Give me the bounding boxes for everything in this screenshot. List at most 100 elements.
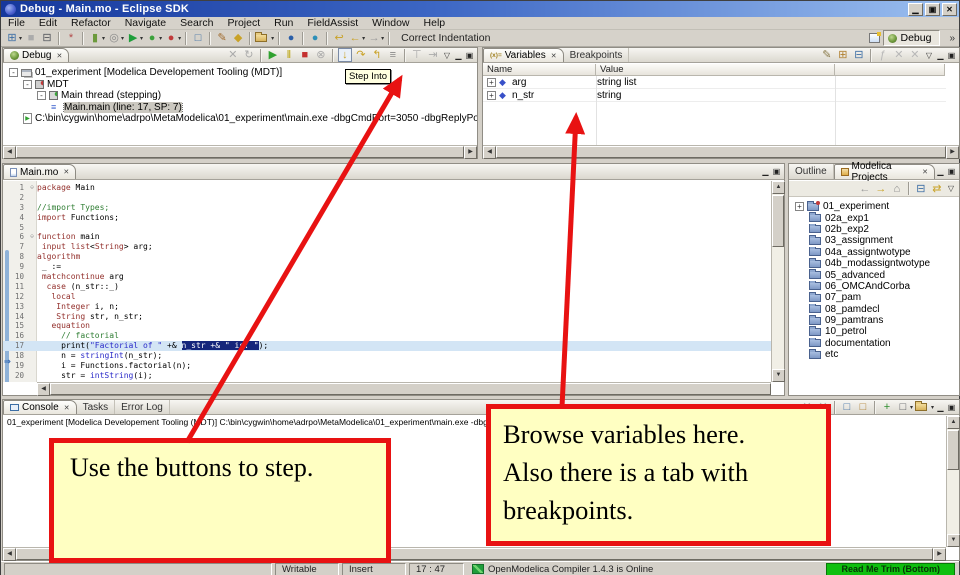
close-button[interactable]: ✕ <box>942 3 957 16</box>
resume-icon[interactable]: ▶ <box>265 47 281 63</box>
open-resource-icon[interactable]: ✎ <box>214 30 230 46</box>
web-browser-icon[interactable]: ● <box>307 30 323 46</box>
project-tree-item[interactable]: 08_pamdecl <box>795 304 959 315</box>
open-perspective-icon[interactable] <box>869 33 880 43</box>
last-edit-location-icon[interactable]: ↩ <box>331 30 347 46</box>
view-menu-chevron-icon[interactable]: ▽ <box>926 51 932 60</box>
console-vscrollbar[interactable]: ▲ ▼ <box>946 416 959 547</box>
tab-tasks[interactable]: Tasks <box>77 400 116 414</box>
tab-close-icon[interactable]: ✕ <box>551 52 557 60</box>
perspective-overflow-chevron[interactable]: » <box>949 33 955 44</box>
terminate-icon[interactable]: ■ <box>297 47 313 63</box>
run-launch-icon[interactable]: ●▾ <box>144 30 163 46</box>
open-folder-icon[interactable]: ▾ <box>254 30 275 46</box>
new-wizard-icon[interactable]: ⊞▾ <box>4 30 23 46</box>
skip-breakpoints-icon[interactable]: ◎▾ <box>106 30 125 46</box>
scroll-up-button[interactable]: ▲ <box>947 416 960 429</box>
project-tree-item[interactable]: 09_pamtrans <box>795 315 959 326</box>
menu-help[interactable]: Help <box>417 17 453 29</box>
tab-modelica-projects[interactable]: Modelica Projects✕ <box>834 164 935 179</box>
debug-tree-row[interactable]: ▶C:\bin\cygwin\home\adrpo\MetaModelica\0… <box>3 113 477 125</box>
tab-close-icon[interactable]: ✕ <box>64 404 70 412</box>
debug-tree-row[interactable]: ≡Main.main (line: 17, SP: 7) <box>3 102 477 114</box>
code-line[interactable]: 16 // factorial <box>3 331 771 341</box>
tab-main.mo[interactable]: Main.mo✕ <box>3 164 76 179</box>
scroll-left-button[interactable]: ◀ <box>3 146 16 159</box>
code-line[interactable]: 15 equation <box>3 321 771 331</box>
step-return-icon[interactable]: ↰ <box>369 47 385 63</box>
tree-expander-icon[interactable]: + <box>487 78 496 87</box>
code-line[interactable]: 2 <box>3 193 771 203</box>
view-menu-chevron-icon[interactable]: ▽ <box>948 184 954 193</box>
forward-icon[interactable]: →▾ <box>366 30 385 46</box>
project-tree-item[interactable]: 04a_assigntwotype <box>795 247 959 258</box>
project-tree-item[interactable]: 02b_exp2 <box>795 224 959 235</box>
scroll-down-button[interactable]: ▼ <box>772 369 785 382</box>
debug-launch-icon[interactable]: ▶▾ <box>125 30 144 46</box>
tree-expander-icon[interactable]: - <box>9 68 18 77</box>
forward-icon[interactable]: → <box>873 181 889 197</box>
new-config-icon[interactable]: ▮▾ <box>87 30 106 46</box>
back-icon[interactable]: ←▾ <box>347 30 366 46</box>
project-tree-item[interactable]: +01_experiment <box>795 201 959 212</box>
menu-window[interactable]: Window <box>365 17 416 29</box>
code-line[interactable]: 6⊖function main <box>3 232 771 242</box>
save-icon[interactable]: ■ <box>23 30 39 46</box>
print-icon[interactable]: ⊟ <box>39 30 55 46</box>
scroll-down-button[interactable]: ▼ <box>947 534 960 547</box>
code-line[interactable]: 5 <box>3 223 771 233</box>
code-line[interactable]: 11 case (n_str::_) <box>3 282 771 292</box>
debug-tree-row[interactable]: -01_experiment [Modelica Developement To… <box>3 67 477 79</box>
variable-row[interactable]: +◆n_strstring <box>483 89 946 102</box>
menu-refactor[interactable]: Refactor <box>64 17 118 29</box>
code-line[interactable]: 4import Functions; <box>3 213 771 223</box>
column-header-value[interactable]: Value <box>596 64 835 76</box>
back-icon[interactable]: ← <box>857 181 873 197</box>
scroll-left-button[interactable]: ◀ <box>37 383 50 396</box>
scroll-right-button[interactable]: ▶ <box>933 548 946 561</box>
maximize-view-icon[interactable]: ▣ <box>946 167 957 176</box>
read-me-trim-button[interactable]: Read Me Trim (Bottom) <box>826 563 955 575</box>
menu-run[interactable]: Run <box>267 17 300 29</box>
view-menu-chevron-icon[interactable]: ▽ <box>444 51 450 60</box>
code-line[interactable]: 14 String str, n_str; <box>3 312 771 322</box>
code-line[interactable]: 3//import Types; <box>3 203 771 213</box>
debug-tree-row[interactable]: -Main thread (stepping) <box>3 90 477 102</box>
external-tools-icon[interactable]: ●▾ <box>163 30 182 46</box>
project-tree-item[interactable]: etc <box>795 349 959 360</box>
project-tree-item[interactable]: 04b_modassigntwotype <box>795 258 959 269</box>
collapse-all-icon[interactable]: ⊟ <box>913 181 929 197</box>
remove-terminated-icon[interactable]: ✕ <box>225 47 241 63</box>
menu-search[interactable]: Search <box>173 17 220 29</box>
display-console-icon[interactable]: □▾ <box>895 399 914 415</box>
editor-hscrollbar[interactable]: ◀ <box>37 382 771 395</box>
menu-fieldassist[interactable]: FieldAssist <box>300 17 365 29</box>
code-line[interactable]: 9 _ := <box>3 262 771 272</box>
project-tree-item[interactable]: 06_OMCAndCorba <box>795 281 959 292</box>
project-tree-item[interactable]: 03_assignment <box>795 235 959 246</box>
new-document-icon[interactable]: □ <box>190 30 206 46</box>
scroll-right-button[interactable]: ▶ <box>946 146 959 159</box>
disconnect-icon[interactable]: ⊗ <box>313 47 329 63</box>
scroll-right-button[interactable]: ▶ <box>464 146 477 159</box>
code-line[interactable]: 19 i = Functions.factorial(n); <box>3 361 771 371</box>
project-tree-item[interactable]: documentation <box>795 338 959 349</box>
tree-expander-icon[interactable]: - <box>37 91 46 100</box>
debug-hscrollbar[interactable]: ◀ ▶ <box>3 145 477 158</box>
show-logical-structures-icon[interactable]: ⊞ <box>835 47 851 63</box>
variables-hscrollbar[interactable]: ◀ ▶ <box>483 145 959 158</box>
code-line[interactable]: 1⊖package Main <box>3 183 771 193</box>
collapse-all-icon[interactable]: ⊟ <box>851 47 867 63</box>
menu-project[interactable]: Project <box>220 17 267 29</box>
open-console-icon[interactable]: ▾ <box>914 399 935 415</box>
minimize-view-icon[interactable]: ▁ <box>453 51 464 60</box>
scroll-left-button[interactable]: ◀ <box>483 146 496 159</box>
minimize-view-icon[interactable]: ▁ <box>760 167 771 176</box>
project-tree-item[interactable]: 10_petrol <box>795 326 959 337</box>
relaunch-icon[interactable]: ↻ <box>241 47 257 63</box>
step-into-icon[interactable]: ↓ <box>337 47 353 63</box>
pin-console-icon[interactable]: + <box>879 399 895 415</box>
menu-navigate[interactable]: Navigate <box>118 17 173 29</box>
tree-expander-icon[interactable]: + <box>487 91 496 100</box>
toggle-annotations-icon[interactable]: * <box>63 30 79 46</box>
